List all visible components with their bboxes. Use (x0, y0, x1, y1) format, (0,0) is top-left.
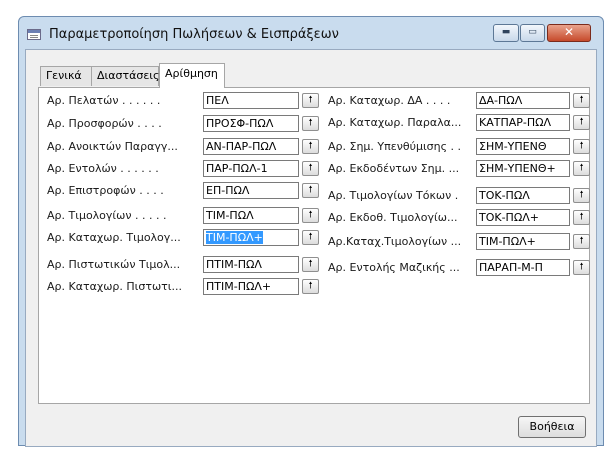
field-value: ΤΙΜ-ΠΩΛ+ (479, 235, 536, 248)
right-field-label: Αρ. Εκδοδέντων Σημ. ... (328, 162, 460, 175)
lookup-arrow-icon[interactable]: 🠕 (302, 161, 319, 176)
field-value: ΠΑΡΑΠ-Μ-Π (479, 261, 543, 274)
right-number-series-field[interactable]: ΔΑ-ΠΩΛ (476, 92, 570, 109)
right-field-label: Αρ. Τιμολογίων Τόκων . (328, 189, 459, 202)
left-field-label: Αρ. Πελατών . . . . . . (47, 94, 161, 107)
left-field-label: Αρ. Ανοικτών Παραγγ... (47, 140, 178, 153)
field-value: ΠΑΡ-ΠΩΛ-1 (206, 162, 268, 175)
right-number-series-field[interactable]: ΤΟΚ-ΠΩΛ+ (476, 209, 570, 226)
field-value: ΠΡΟΣΦ-ΠΩΛ (206, 117, 274, 130)
field-value: ΠΤΙΜ-ΠΩΛ (206, 258, 262, 271)
tab-numbering[interactable]: Αρίθμηση (159, 63, 225, 88)
right-number-series-field[interactable]: ΣΗΜ-ΥΠΕΝΘ (476, 138, 570, 155)
right-number-series-field[interactable]: ΣΗΜ-ΥΠΕΝΘ+ (476, 160, 570, 177)
right-field-label: Αρ. Εκδοθ. Τιμολογίω... (328, 211, 458, 224)
left-field-label: Αρ. Επιστροφών . . . . (47, 184, 164, 197)
maximize-button[interactable]: ▭ (520, 24, 545, 42)
lookup-arrow-icon[interactable]: 🠕 (302, 257, 319, 272)
lookup-arrow-icon[interactable]: 🠕 (302, 230, 319, 245)
left-number-series-field[interactable]: ΑΝ-ΠΑΡ-ΠΩΛ (203, 138, 299, 155)
left-number-series-field[interactable]: ΤΙΜ-ΠΩΛ (203, 207, 299, 224)
left-field-label: Αρ. Πιστωτικών Τιμολ... (47, 258, 181, 271)
minimize-button[interactable]: ▬ (493, 24, 519, 42)
dialog-window: Παραμετροποίηση Πωλήσεων & Εισπράξεων ▬ … (18, 16, 604, 447)
field-value: ΚΑΤΠΑΡ-ΠΩΛ (479, 116, 552, 129)
app-icon (27, 29, 41, 40)
left-number-series-field[interactable]: ΠΤΙΜ-ΠΩΛ+ (203, 278, 299, 295)
right-number-series-field[interactable]: ΠΑΡΑΠ-Μ-Π (476, 259, 570, 276)
help-button[interactable]: Βοήθεια (518, 416, 586, 438)
right-number-series-field[interactable]: ΤΙΜ-ΠΩΛ+ (476, 233, 570, 250)
lookup-arrow-icon[interactable]: 🠕 (573, 234, 590, 249)
lookup-arrow-icon[interactable]: 🠕 (573, 115, 590, 130)
lookup-arrow-icon[interactable]: 🠕 (302, 139, 319, 154)
left-number-series-field[interactable]: ΠΑΡ-ΠΩΛ-1 (203, 160, 299, 177)
field-value: ΤΙΜ-ΠΩΛ (206, 209, 254, 222)
left-field-label: Αρ. Προσφορών . . . . (47, 117, 162, 130)
tab-general[interactable]: Γενικά (40, 66, 92, 86)
right-field-label: Αρ. Εντολής Μαζικής ... (328, 261, 460, 274)
right-field-label: Αρ. Καταχωρ. ΔΑ . . . . (328, 94, 451, 107)
left-field-label: Αρ. Τιμολογίων . . . . . (47, 209, 167, 222)
lookup-arrow-icon[interactable]: 🠕 (573, 93, 590, 108)
tab-dimensions[interactable]: Διαστάσεις (91, 66, 159, 86)
right-field-label: Αρ. Καταχωρ. Παραλα... (328, 116, 462, 129)
left-number-series-field[interactable]: ΕΠ-ΠΩΛ (203, 182, 299, 199)
title-bar[interactable]: Παραμετροποίηση Πωλήσεων & Εισπράξεων ▬ … (19, 17, 603, 49)
lookup-arrow-icon[interactable]: 🠕 (302, 93, 319, 108)
lookup-arrow-icon[interactable]: 🠕 (573, 260, 590, 275)
field-value: ΠΤΙΜ-ΠΩΛ+ (206, 280, 272, 293)
field-value: ΤΟΚ-ΠΩΛ+ (479, 211, 539, 224)
lookup-arrow-icon[interactable]: 🠕 (302, 183, 319, 198)
left-number-series-field[interactable]: ΠΡΟΣΦ-ΠΩΛ (203, 115, 299, 132)
window-title: Παραμετροποίηση Πωλήσεων & Εισπράξεων (49, 27, 339, 42)
left-field-label: Αρ. Καταχωρ. Τιμολογ... (47, 231, 181, 244)
field-value: ΤΙΜ-ΠΩΛ+ (206, 231, 263, 244)
field-value: ΣΗΜ-ΥΠΕΝΘ (479, 140, 547, 153)
field-value: ΑΝ-ΠΑΡ-ΠΩΛ (206, 140, 277, 153)
right-number-series-field[interactable]: ΤΟΚ-ΠΩΛ (476, 187, 570, 204)
left-number-series-field[interactable]: ΠΤΙΜ-ΠΩΛ (203, 256, 299, 273)
field-value: ΠΕΛ (206, 94, 229, 107)
left-field-label: Αρ. Καταχωρ. Πιστωτι... (47, 280, 183, 293)
field-value: ΕΠ-ΠΩΛ (206, 184, 250, 197)
left-number-series-field[interactable]: ΤΙΜ-ΠΩΛ+ (203, 229, 299, 246)
field-value: ΔΑ-ΠΩΛ (479, 94, 523, 107)
dialog-client-area: Γενικά Διαστάσεις Αρίθμηση Αρ. Πελατών .… (25, 49, 597, 447)
lookup-arrow-icon[interactable]: 🠕 (573, 139, 590, 154)
lookup-arrow-icon[interactable]: 🠕 (302, 279, 319, 294)
right-field-label: Αρ. Σημ. Υπενθύμισης . . (328, 140, 462, 153)
lookup-arrow-icon[interactable]: 🠕 (302, 208, 319, 223)
lookup-arrow-icon[interactable]: 🠕 (573, 210, 590, 225)
field-value: ΣΗΜ-ΥΠΕΝΘ+ (479, 162, 556, 175)
right-number-series-field[interactable]: ΚΑΤΠΑΡ-ΠΩΛ (476, 114, 570, 131)
lookup-arrow-icon[interactable]: 🠕 (302, 116, 319, 131)
numbering-panel: Αρ. Πελατών . . . . . . ΠΕΛ 🠕 Αρ. Προσφορών… (38, 87, 590, 404)
right-field-label: Αρ.Καταχ.Τιμολογίων ... (328, 235, 462, 248)
field-value: ΤΟΚ-ΠΩΛ (479, 189, 530, 202)
lookup-arrow-icon[interactable]: 🠕 (573, 188, 590, 203)
close-button[interactable]: ✕ (547, 24, 591, 42)
left-field-label: Αρ. Εντολών . . . . . . (47, 162, 159, 175)
left-number-series-field[interactable]: ΠΕΛ (203, 92, 299, 109)
lookup-arrow-icon[interactable]: 🠕 (573, 161, 590, 176)
